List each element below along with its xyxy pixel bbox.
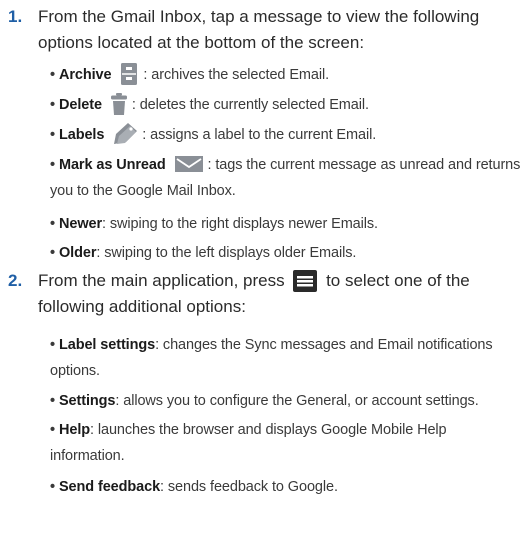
step-line-part: to select one of the bbox=[326, 271, 470, 290]
step-number: 1. bbox=[8, 7, 23, 26]
step-line: From the main application, press to sele… bbox=[38, 268, 518, 294]
bullet-desc: : archives the selected Email. bbox=[143, 67, 330, 83]
bullet-dot: • bbox=[50, 393, 55, 409]
bullet-desc: : launches the browser and displays Goog… bbox=[90, 422, 447, 438]
bullet-term: Help bbox=[58, 422, 91, 438]
bullet-desc: : swiping to the left displays older Ema… bbox=[96, 245, 357, 261]
bullet-term: Older bbox=[58, 245, 97, 261]
bullet-dot: • bbox=[50, 422, 55, 438]
bullet-term: Delete bbox=[58, 97, 102, 113]
bullet-term: Settings bbox=[58, 393, 116, 409]
bullet-desc: : assigns a label to the current Email. bbox=[142, 127, 377, 143]
envelope-icon bbox=[174, 154, 204, 174]
bullet-term: Labels bbox=[58, 127, 105, 143]
step-line: options located at the bottom of the scr… bbox=[38, 33, 365, 52]
step-line-part: From the main application, press bbox=[38, 271, 285, 290]
archive-icon bbox=[119, 62, 139, 86]
bullet-term: Archive bbox=[58, 67, 112, 83]
bullet-label-settings: • Label settings: changes the Sync messag… bbox=[50, 332, 522, 384]
bullet-labels: • Labels : assigns a label to the current… bbox=[50, 122, 522, 148]
bullet-desc: : sends feedback to Google. bbox=[160, 479, 338, 495]
bullet-newer: • Newer: swiping to the right displays ne… bbox=[50, 211, 522, 237]
bullet-dot: • bbox=[50, 337, 55, 353]
bullet-settings: • Settings: allows you to configure the G… bbox=[50, 388, 522, 414]
bullet-desc: : tags the current message as unread and… bbox=[207, 157, 521, 173]
bullet-desc: : allows you to configure the General, o… bbox=[115, 393, 479, 409]
bullet-dot: • bbox=[50, 157, 55, 173]
bullet-desc: : deletes the currently selected Email. bbox=[131, 97, 369, 113]
bullet-send-feedback: • Send feedback: sends feedback to Google… bbox=[50, 474, 522, 500]
trash-icon bbox=[110, 92, 128, 116]
bullet-dot: • bbox=[50, 97, 55, 113]
label-tag-icon bbox=[112, 122, 138, 146]
bullet-term: Label settings bbox=[58, 337, 156, 353]
bullet-term: Mark as Unread bbox=[58, 157, 166, 173]
bullet-term: Send feedback bbox=[58, 479, 161, 495]
step-text: From the main application, press to sele… bbox=[38, 268, 518, 320]
bullet-desc: : changes the Sync messages and Email no… bbox=[155, 337, 493, 353]
bullet-archive: • Archive : archives the selected Email. bbox=[50, 62, 522, 88]
bullet-mark-unread: • Mark as Unread : tags the current messa… bbox=[50, 152, 522, 204]
bullet-desc-cont: you to the Google Mail Inbox. bbox=[50, 183, 236, 199]
bullet-term: Newer bbox=[58, 216, 103, 232]
step-text: From the Gmail Inbox, tap a message to v… bbox=[38, 4, 518, 56]
bullet-dot: • bbox=[50, 127, 55, 143]
bullet-dot: • bbox=[50, 245, 55, 261]
bullet-dot: • bbox=[50, 216, 55, 232]
bullet-dot: • bbox=[50, 67, 55, 83]
step-line: From the Gmail Inbox, tap a message to v… bbox=[38, 7, 480, 26]
manual-page: 1. From the Gmail Inbox, tap a message t… bbox=[0, 0, 530, 537]
bullet-desc: : swiping to the right displays newer Em… bbox=[102, 216, 378, 232]
bullet-desc-cont: options. bbox=[50, 363, 100, 379]
step-number: 2. bbox=[8, 271, 23, 290]
bullet-delete: • Delete : deletes the currently selected… bbox=[50, 92, 522, 118]
bullet-dot: • bbox=[50, 479, 55, 495]
bullet-help: • Help: launches the browser and displays… bbox=[50, 417, 522, 469]
menu-icon bbox=[293, 269, 318, 292]
bullet-older: • Older: swiping to the left displays old… bbox=[50, 240, 522, 266]
step-line: following additional options: bbox=[38, 297, 246, 316]
bullet-desc-cont: information. bbox=[50, 448, 125, 464]
